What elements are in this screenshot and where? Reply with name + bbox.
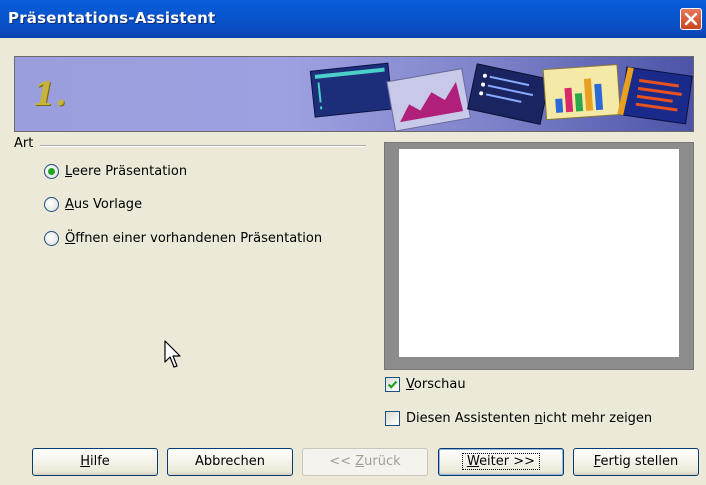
finish-button[interactable]: Fertig stellen xyxy=(573,448,699,476)
title-bar: Präsentations-Assistent xyxy=(0,0,706,38)
radio-button[interactable] xyxy=(44,163,59,179)
preview-frame xyxy=(384,142,694,370)
cancel-button[interactable]: Abbrechen xyxy=(167,448,293,476)
mouse-cursor-icon xyxy=(164,340,181,368)
radio-label: Öffnen einer vorhandenen Präsentation xyxy=(65,230,323,246)
focus-indicator: Weiter >> xyxy=(461,453,541,470)
art-group-label: Art xyxy=(14,136,34,151)
next-button[interactable]: Weiter >> xyxy=(438,448,564,476)
preview-area xyxy=(399,149,679,357)
dont-show-checkbox-label: Diesen Assistenten nicht mehr zeigen xyxy=(406,410,653,426)
checkmark-icon xyxy=(387,380,398,389)
wizard-banner: 1. xyxy=(14,56,694,132)
radio-empty-presentation[interactable]: Leere Präsentation xyxy=(44,161,187,181)
dont-show-checkbox-row[interactable]: Diesen Assistenten nicht mehr zeigen xyxy=(385,408,652,428)
close-button[interactable] xyxy=(680,8,702,30)
radio-label: Aus Vorlage xyxy=(65,196,143,212)
radio-from-template[interactable]: Aus Vorlage xyxy=(44,194,142,214)
dont-show-checkbox[interactable] xyxy=(385,410,400,426)
back-button[interactable]: << Zurück xyxy=(302,448,428,476)
step-number: 1. xyxy=(33,75,67,113)
banner-illustration-icon xyxy=(309,62,693,131)
art-group-divider xyxy=(40,145,366,147)
window-title: Präsentations-Assistent xyxy=(8,9,216,27)
radio-button[interactable] xyxy=(44,230,59,246)
radio-button[interactable] xyxy=(44,196,59,212)
radio-selected-dot xyxy=(48,167,55,175)
radio-label: Leere Präsentation xyxy=(65,163,188,179)
preview-checkbox-row[interactable]: Vorschau xyxy=(385,374,466,394)
help-button[interactable]: Hilfe xyxy=(32,448,158,476)
preview-checkbox[interactable] xyxy=(385,376,400,392)
close-icon xyxy=(684,12,698,26)
preview-checkbox-label: Vorschau xyxy=(406,376,466,392)
radio-open-existing[interactable]: Öffnen einer vorhandenen Präsentation xyxy=(44,228,322,248)
